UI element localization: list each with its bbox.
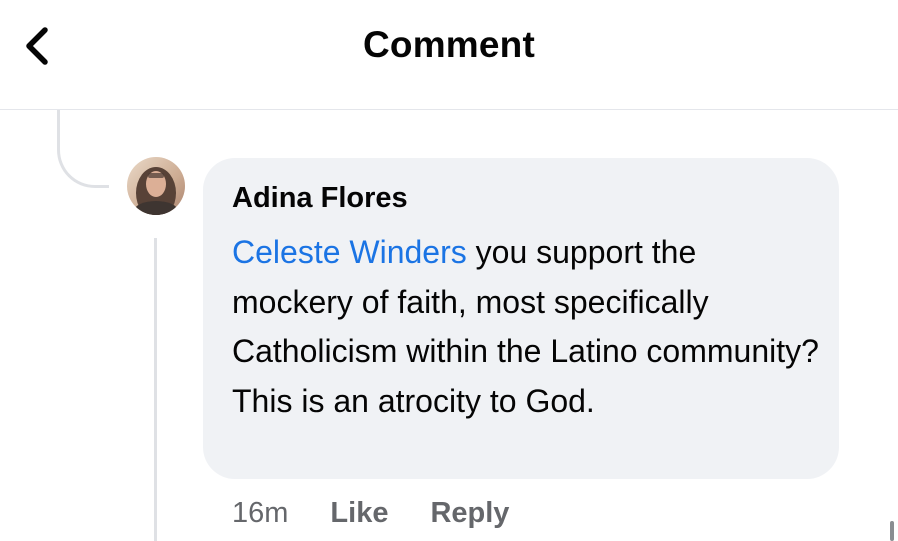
avatar[interactable] — [127, 157, 185, 215]
comment-screen: Comment Adina Flores Celeste Winders you… — [0, 0, 898, 541]
comment-bubble: Adina Flores Celeste Winders you support… — [203, 158, 839, 479]
user-avatar-photo — [127, 157, 185, 215]
comment-actions: 16m Like Reply — [232, 493, 551, 533]
comment-timestamp: 16m — [232, 496, 289, 529]
comment-body: Celeste Winders you support the mockery … — [232, 228, 822, 426]
reply-button[interactable]: Reply — [430, 497, 509, 530]
scrollbar[interactable] — [890, 521, 894, 541]
like-button[interactable]: Like — [330, 497, 388, 530]
author-name[interactable]: Adina Flores — [232, 180, 811, 216]
mention-link[interactable]: Celeste Winders — [232, 234, 467, 270]
header-bar: Comment — [0, 0, 898, 110]
page-title: Comment — [362, 24, 536, 65]
thread-vertical-line — [154, 238, 157, 541]
thread-connector-line — [57, 110, 109, 188]
